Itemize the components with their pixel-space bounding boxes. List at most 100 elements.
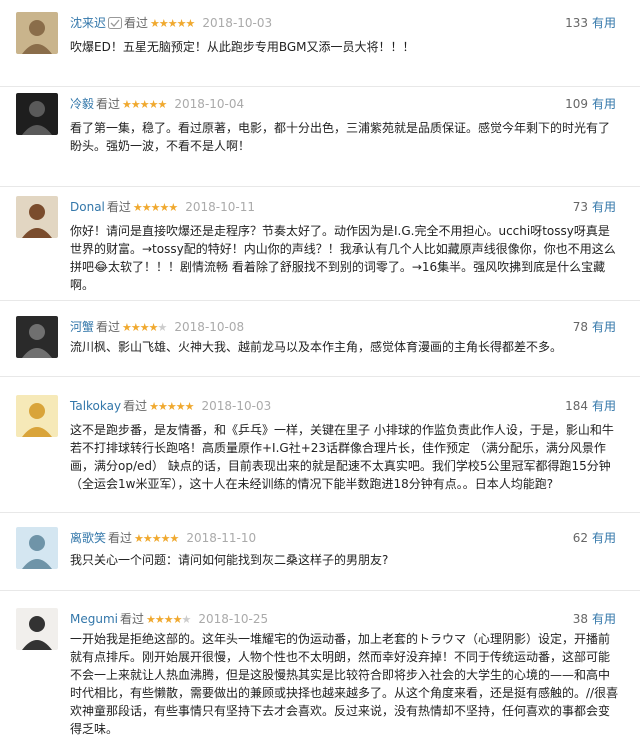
avatar[interactable]	[16, 93, 58, 135]
review-date: 2018-10-25	[198, 612, 269, 626]
username-link[interactable]: Donal	[70, 200, 105, 214]
star-rating: ★★★★★	[122, 98, 168, 111]
review-text: 一开始我是拒绝这部的。这年头一堆耀宅的伪运动番，加上老套的トラウマ（心理阴影）设…	[70, 632, 619, 736]
review-text: 这不是跑步番，是友情番，和《乒乓》一样，关键在里子 小排球的作监负责此作人设，于…	[70, 423, 614, 491]
watch-status: 看过	[96, 97, 121, 111]
useful-votes: 73 有用	[573, 198, 616, 215]
vote-count: 133	[565, 16, 588, 30]
useful-button[interactable]: 有用	[592, 16, 616, 30]
review-text: 看了第一集，稳了。看过原著，电影，都十分出色，三浦紫苑就是品质保证。感觉今年剩下…	[70, 121, 611, 153]
review-header: Talkokay 看过 ★★★★★ 2018-10-03 184 有用	[70, 397, 616, 415]
star-filled-icon: ★	[122, 98, 132, 111]
vote-count: 73	[572, 200, 588, 214]
vote-count: 38	[572, 612, 588, 626]
avatar[interactable]	[16, 395, 58, 437]
star-filled-icon: ★	[139, 321, 150, 334]
star-filled-icon: ★	[163, 613, 174, 626]
username-link[interactable]: 离歌笑	[70, 531, 106, 545]
watch-status: 看过	[119, 612, 144, 626]
watch-status: 看过	[96, 320, 121, 334]
watch-status: 看过	[108, 531, 133, 545]
vote-count: 78	[572, 320, 588, 334]
review-date: 2018-10-03	[201, 399, 272, 413]
star-filled-icon: ★	[150, 17, 160, 30]
star-filled-icon: ★	[132, 201, 143, 214]
star-filled-icon: ★	[160, 532, 171, 545]
divider	[0, 512, 640, 513]
star-filled-icon: ★	[148, 98, 159, 111]
star-filled-icon: ★	[154, 613, 165, 626]
username-link[interactable]: Talkokay	[70, 399, 121, 413]
username-link[interactable]: Megumi	[70, 612, 118, 626]
review-date: 2018-11-10	[186, 531, 257, 545]
divider	[0, 300, 640, 301]
vote-count: 62	[572, 531, 588, 545]
star-filled-icon: ★	[169, 532, 180, 545]
star-rating: ★★★★★	[134, 532, 180, 545]
verified-icon	[108, 17, 123, 29]
avatar[interactable]	[16, 527, 58, 569]
star-filled-icon: ★	[149, 400, 159, 413]
vote-count: 184	[565, 399, 588, 413]
avatar[interactable]	[16, 196, 58, 238]
star-filled-icon: ★	[150, 201, 161, 214]
useful-votes: 38 有用	[573, 610, 616, 627]
star-filled-icon: ★	[185, 17, 196, 30]
useful-button[interactable]: 有用	[592, 612, 616, 626]
review-text: 流川枫、影山飞雄、火神大我、越前龙马以及本作主角，感觉体育漫画的主角长得都差不多…	[70, 340, 563, 354]
watch-status: 看过	[124, 16, 149, 30]
star-filled-icon: ★	[184, 400, 195, 413]
review-text: 吹爆ED！五星无脑预定！从此跑步专用BGM又添一员大将！！！	[70, 40, 415, 54]
review-header: Megumi 看过 ★★★★★ 2018-10-25 38 有用	[70, 610, 616, 628]
divider	[0, 590, 640, 591]
useful-votes: 78 有用	[573, 318, 616, 335]
star-filled-icon: ★	[157, 98, 168, 111]
useful-votes: 109 有用	[565, 95, 616, 112]
review-header: 冷毅 看过 ★★★★★ 2018-10-04 109 有用	[70, 95, 616, 113]
review-date: 2018-10-04	[174, 97, 245, 111]
star-filled-icon: ★	[142, 532, 153, 545]
useful-button[interactable]: 有用	[592, 320, 616, 334]
review-date: 2018-10-08	[174, 320, 245, 334]
divider	[0, 376, 640, 377]
username-link[interactable]: 河蟹	[70, 320, 94, 334]
star-rating: ★★★★★	[132, 201, 178, 214]
star-filled-icon: ★	[130, 321, 141, 334]
useful-button[interactable]: 有用	[592, 531, 616, 545]
star-filled-icon: ★	[134, 532, 144, 545]
review-header: Donal 看过 ★★★★★ 2018-10-11 73 有用	[70, 198, 616, 216]
star-filled-icon: ★	[175, 400, 186, 413]
avatar[interactable]	[16, 12, 58, 54]
star-filled-icon: ★	[176, 17, 187, 30]
useful-button[interactable]: 有用	[592, 200, 616, 214]
divider	[0, 186, 640, 187]
star-filled-icon: ★	[167, 17, 178, 30]
review-header: 沈来迟 看过 ★★★★★ 2018-10-03 133 有用	[70, 14, 616, 32]
watch-status: 看过	[123, 399, 148, 413]
username-link[interactable]: 沈来迟	[70, 16, 106, 30]
star-filled-icon: ★	[148, 321, 159, 334]
star-filled-icon: ★	[139, 98, 150, 111]
watch-status: 看过	[106, 200, 131, 214]
star-filled-icon: ★	[146, 613, 156, 626]
star-empty-icon: ★	[157, 321, 168, 334]
star-filled-icon: ★	[122, 321, 132, 334]
avatar[interactable]	[16, 608, 58, 650]
star-filled-icon: ★	[166, 400, 177, 413]
review-header: 河蟹 看过 ★★★★★ 2018-10-08 78 有用	[70, 318, 616, 336]
useful-button[interactable]: 有用	[592, 399, 616, 413]
review-date: 2018-10-11	[185, 200, 256, 214]
avatar[interactable]	[16, 316, 58, 358]
username-link[interactable]: 冷毅	[70, 97, 94, 111]
review-text: 我只关心一个问题：请问如何能找到灰二桑这样子的男朋友?	[70, 553, 389, 567]
star-rating: ★★★★★	[149, 400, 195, 413]
star-rating: ★★★★★	[146, 613, 191, 626]
useful-votes: 184 有用	[565, 397, 616, 414]
review-header: 离歌笑 看过 ★★★★★ 2018-11-10 62 有用	[70, 529, 616, 547]
star-filled-icon: ★	[172, 613, 183, 626]
star-filled-icon: ★	[158, 17, 169, 30]
useful-button[interactable]: 有用	[592, 97, 616, 111]
star-filled-icon: ★	[141, 201, 152, 214]
useful-votes: 133 有用	[565, 14, 616, 31]
divider	[0, 86, 640, 87]
